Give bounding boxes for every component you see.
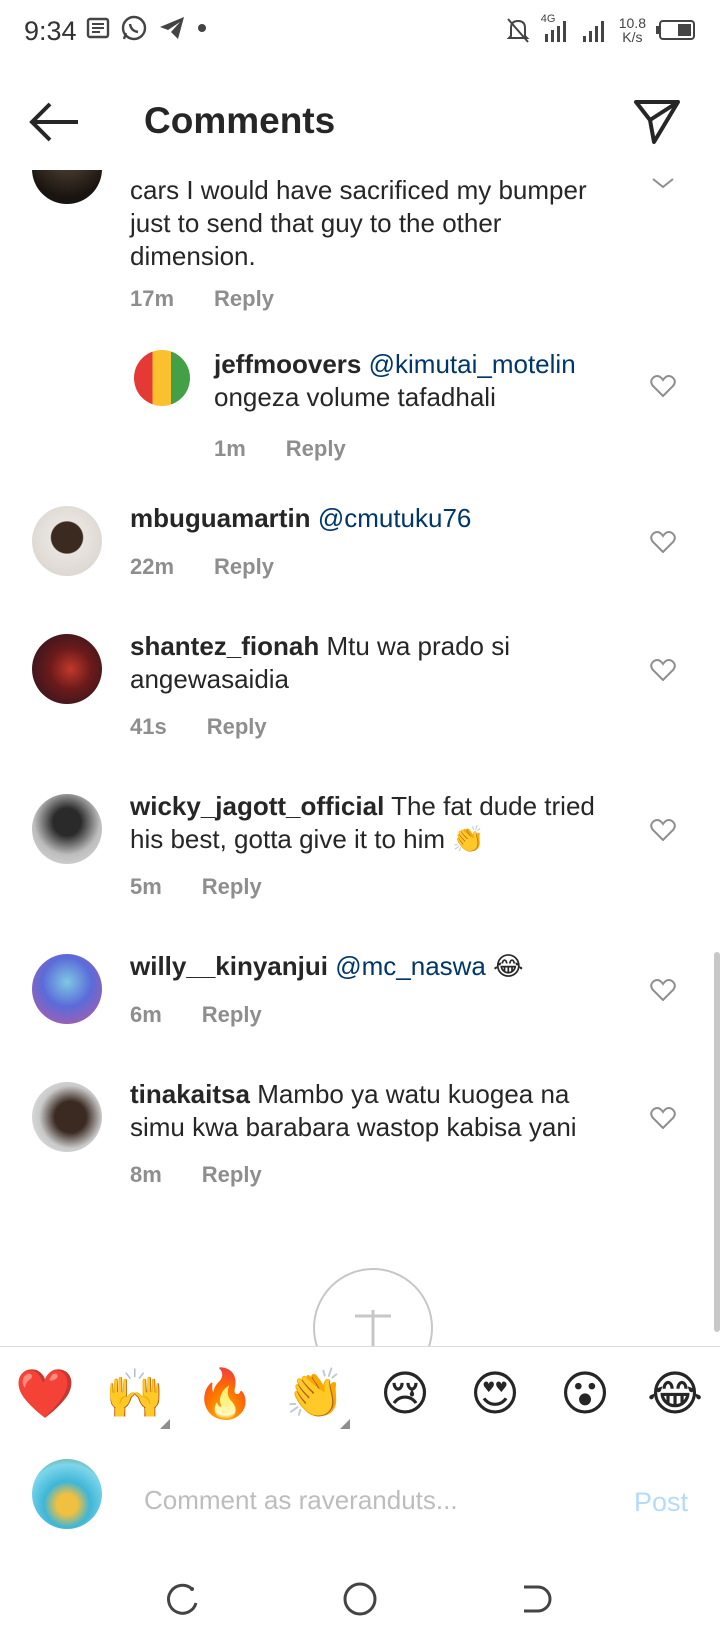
comment-text: mbuguamartin @cmutuku76 — [130, 502, 630, 535]
comment-username[interactable]: jeffmoovers — [214, 349, 361, 379]
comment-mention[interactable]: @mc_naswa — [335, 951, 486, 981]
comments-list[interactable]: cars I would have sacrificed my bumper j… — [0, 170, 720, 1350]
status-system-icons: 4G 10.8 K/s — [505, 13, 696, 45]
chevron-down-icon[interactable] — [650, 176, 676, 192]
mute-bell-icon — [506, 18, 530, 43]
like-heart-icon[interactable] — [650, 530, 676, 554]
emoji-heart-eyes[interactable]: 😍 — [465, 1367, 525, 1423]
comment-text: wicky_jagott_official The fat dude tried… — [130, 791, 595, 854]
comment-text: shantez_fionah Mtu wa prado si angewasai… — [130, 631, 511, 694]
avatar[interactable] — [32, 1082, 102, 1152]
emoji-surprised[interactable]: 😮 — [555, 1367, 615, 1423]
status-bar: 9:34 4G 10.8 K/s — [0, 0, 720, 66]
emoji-crying[interactable]: 😢 — [375, 1367, 435, 1423]
like-heart-icon[interactable] — [650, 818, 676, 842]
back-icon[interactable] — [516, 1579, 556, 1619]
user-avatar[interactable] — [32, 1459, 102, 1529]
emoji-laughing[interactable]: 😂 — [645, 1367, 705, 1423]
comment-text: willy__kinyanjui @mc_naswa 😂 — [130, 951, 524, 981]
like-heart-icon[interactable] — [650, 978, 676, 1002]
emoji-raised-hands[interactable]: 🙌 — [105, 1367, 165, 1423]
like-heart-icon[interactable] — [650, 658, 676, 682]
comment-meta: 5m Reply — [130, 874, 262, 900]
network-speed: 10.8 K/s — [618, 15, 646, 45]
comment-meta: 17m Reply — [130, 286, 274, 312]
dot-icon — [198, 24, 206, 32]
comment-text: jeffmoovers @kimutai_motelin ongeza volu… — [214, 349, 576, 412]
reply-button[interactable]: Reply — [202, 874, 262, 900]
comment-username[interactable]: mbuguamartin — [130, 503, 311, 533]
comment-mention[interactable]: @kimutai_motelin — [369, 349, 576, 379]
whatsapp-icon — [121, 15, 147, 41]
reply-button[interactable]: Reply — [202, 1162, 262, 1188]
back-arrow-icon[interactable] — [28, 98, 84, 146]
comment-meta: 22m Reply — [130, 554, 274, 580]
battery-icon — [656, 20, 695, 40]
comment-time: 41s — [130, 714, 167, 739]
comment-meta: 8m Reply — [130, 1162, 262, 1188]
scrollbar[interactable] — [714, 952, 720, 1332]
like-heart-icon[interactable] — [650, 374, 676, 398]
comment-time: 17m — [130, 286, 175, 311]
like-heart-icon[interactable] — [650, 1106, 676, 1130]
direct-send-icon[interactable] — [632, 96, 682, 146]
comment-text: tinakaitsa Mambo ya watu kuogea na simu … — [130, 1079, 577, 1142]
post-button[interactable]: Post — [634, 1487, 688, 1518]
home-icon[interactable] — [340, 1579, 380, 1619]
comment-input[interactable] — [144, 1485, 574, 1516]
status-notification-icons — [86, 14, 208, 42]
news-icon — [86, 17, 110, 39]
emoji-fire[interactable]: 🔥 — [195, 1367, 255, 1423]
comment-text: cars I would have sacrificed my bumper j… — [130, 175, 587, 271]
avatar[interactable] — [134, 350, 190, 406]
telegram-icon — [160, 17, 184, 39]
skin-tone-indicator-icon — [340, 1419, 350, 1429]
comment-composer: Post — [0, 1447, 720, 1557]
recent-apps-icon[interactable] — [162, 1579, 202, 1619]
avatar[interactable] — [32, 794, 102, 864]
avatar[interactable] — [32, 954, 102, 1024]
status-time: 9:34 — [24, 16, 77, 46]
comment-time: 6m — [130, 1002, 162, 1027]
reply-button[interactable]: Reply — [207, 714, 267, 740]
comment-meta: 41s Reply — [130, 714, 267, 740]
comment-username[interactable]: wicky_jagott_official — [130, 791, 384, 821]
system-nav-bar — [0, 1557, 720, 1640]
comment-username[interactable]: shantez_fionah — [130, 631, 319, 661]
avatar[interactable] — [32, 506, 102, 576]
emoji-clapping[interactable]: 👏 — [285, 1367, 345, 1423]
avatar[interactable] — [32, 634, 102, 704]
comment-username[interactable]: tinakaitsa — [130, 1079, 250, 1109]
page-title: Comments — [144, 100, 336, 141]
comment-meta: 6m Reply — [130, 1002, 262, 1028]
comment-username[interactable]: willy__kinyanjui — [130, 951, 328, 981]
reply-button[interactable]: Reply — [202, 1002, 262, 1028]
emoji-heart[interactable]: ❤️ — [15, 1367, 75, 1423]
comment-meta: 1m Reply — [214, 436, 346, 462]
avatar[interactable] — [32, 170, 102, 204]
reply-button[interactable]: Reply — [214, 286, 274, 312]
signal-4g-icon: 4G — [541, 13, 571, 44]
comment-mention[interactable]: @cmutuku76 — [318, 503, 472, 533]
comment-time: 8m — [130, 1162, 162, 1187]
reply-button[interactable]: Reply — [286, 436, 346, 462]
signal-icon — [582, 21, 604, 42]
comment-time: 5m — [130, 874, 162, 899]
reply-button[interactable]: Reply — [214, 554, 274, 580]
header: Comments — [0, 66, 720, 174]
skin-tone-indicator-icon — [160, 1419, 170, 1429]
emoji-quick-bar: ❤️ 🙌 🔥 👏 😢 😍 😮 😂 — [0, 1346, 720, 1448]
comment-time: 22m — [130, 554, 175, 579]
comment-time: 1m — [214, 436, 246, 461]
